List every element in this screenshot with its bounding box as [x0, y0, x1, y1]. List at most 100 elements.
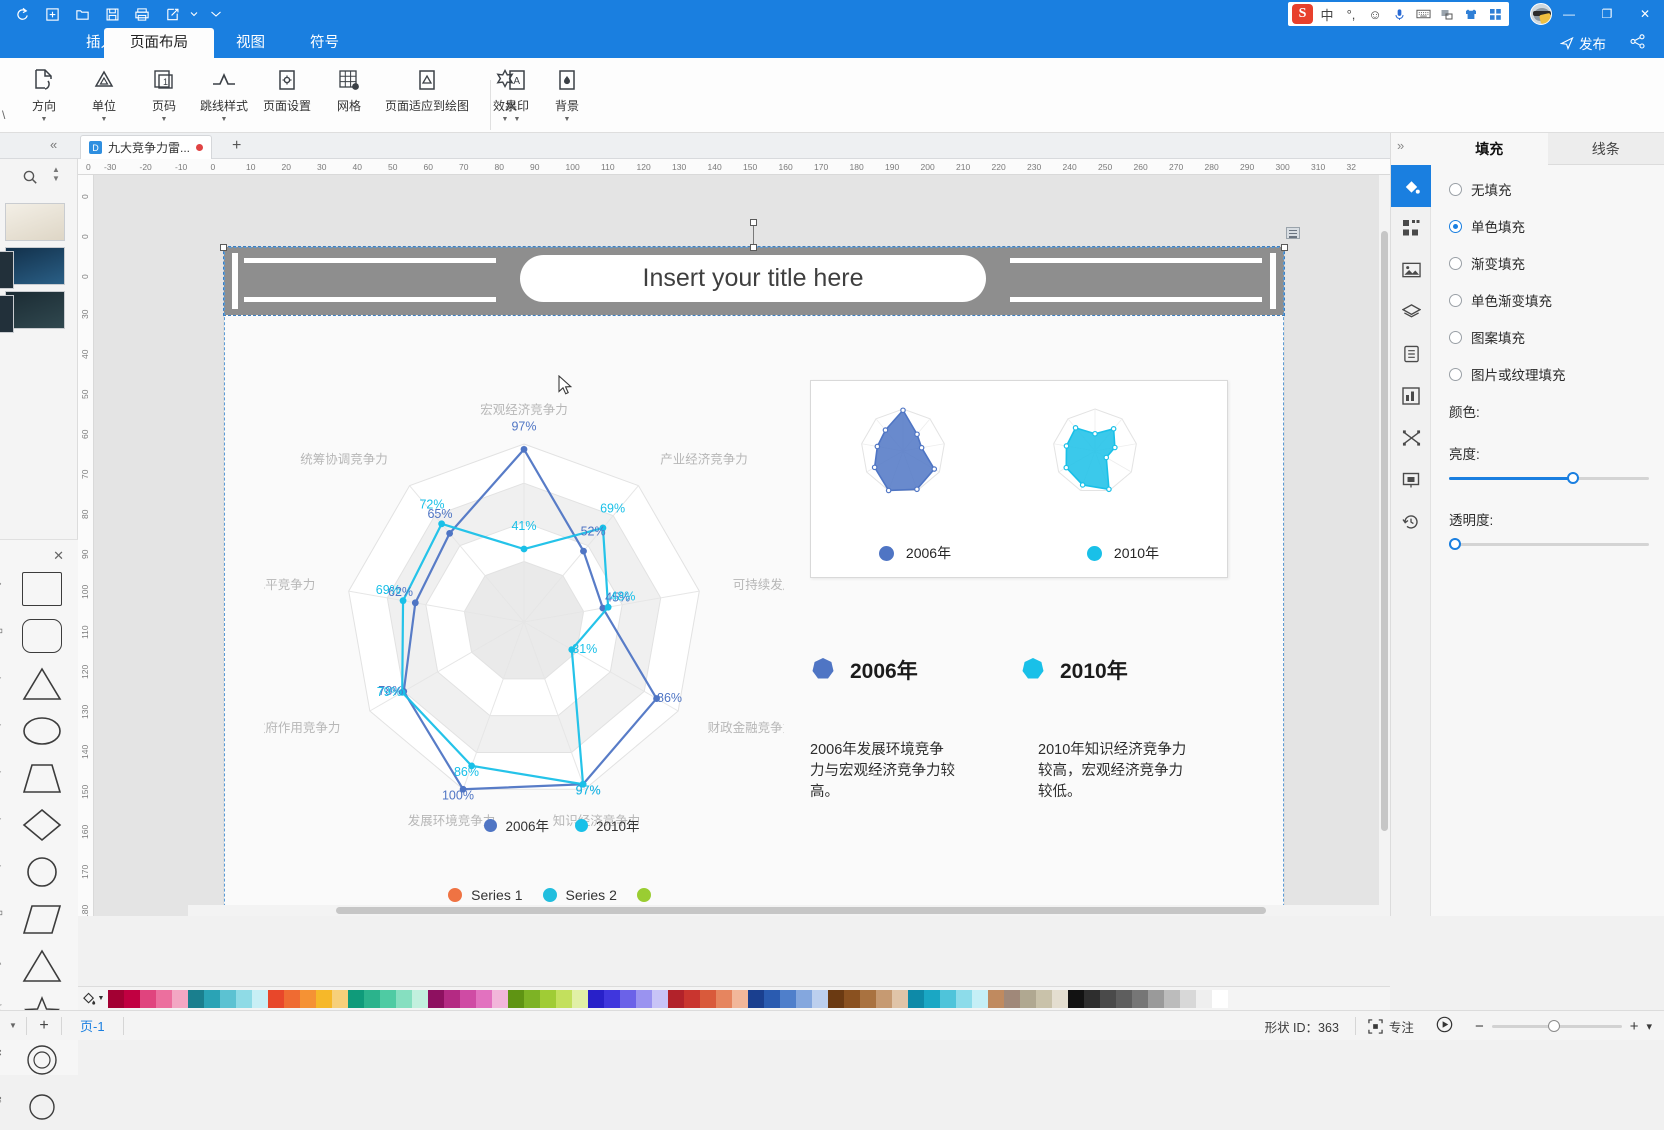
color-swatch[interactable] [828, 990, 844, 1008]
fill-option-pattern[interactable]: 图案填充 [1449, 327, 1664, 347]
ime-keyboard-icon[interactable] [1413, 4, 1433, 24]
color-swatch[interactable] [684, 990, 700, 1008]
ribbon-item-jumpline[interactable]: 跳线样式 ▼ [194, 58, 254, 130]
fill-option-solid[interactable]: 单色填充 [1449, 216, 1664, 236]
color-swatch[interactable] [764, 990, 780, 1008]
template-thumbnail[interactable] [5, 291, 65, 329]
color-swatch[interactable] [1212, 990, 1228, 1008]
print-icon[interactable] [128, 2, 156, 26]
shape-partial-icon[interactable]: △ [0, 952, 1, 966]
shape-ellipse[interactable] [20, 712, 64, 750]
shape-rectangle[interactable] [22, 572, 62, 606]
ribbon-item-page-setup[interactable]: 页面设置 [250, 58, 324, 130]
shapes-icon[interactable] [1391, 207, 1431, 249]
color-swatch[interactable] [620, 990, 636, 1008]
color-swatch[interactable] [876, 990, 892, 1008]
page-menu-icon[interactable]: ▼ [0, 1021, 26, 1030]
ribbon-item-page-number[interactable]: 1 页码 ▼ [134, 58, 194, 130]
chevron-down-icon[interactable]: ▼ [41, 116, 48, 123]
legend-item[interactable]: 2010年 [575, 815, 640, 835]
color-swatch[interactable] [300, 990, 316, 1008]
fill-option-none[interactable]: 无填充 [1449, 179, 1664, 199]
save-icon[interactable] [98, 2, 126, 26]
document-icon[interactable] [1391, 333, 1431, 375]
ime-apps-icon[interactable] [1485, 4, 1505, 24]
color-swatch[interactable] [236, 990, 252, 1008]
focus-mode-button[interactable]: 专注 [1356, 1017, 1426, 1036]
tab-page-layout[interactable]: 页面布局 [104, 28, 214, 58]
color-swatch[interactable] [1004, 990, 1020, 1008]
year-block-2006[interactable]: 2006年 [810, 655, 1020, 685]
vertical-scroll-thumb[interactable] [1381, 231, 1388, 831]
year-description-2010[interactable]: 2010年知识经济竞争力较高，宏观经济竞争力较低。 [1038, 740, 1190, 803]
color-swatch[interactable] [732, 990, 748, 1008]
color-swatch[interactable] [460, 990, 476, 1008]
fill-option-mono-gradient[interactable]: 单色渐变填充 [1449, 290, 1664, 310]
color-swatch[interactable] [492, 990, 508, 1008]
ribbon-item-orientation[interactable]: 方向 ▼ [14, 58, 74, 130]
user-avatar[interactable] [1530, 3, 1552, 25]
sogou-logo-icon[interactable]: S [1292, 4, 1313, 24]
ime-lang-icon[interactable]: 中 [1317, 4, 1337, 24]
shape-trapezoid[interactable] [20, 759, 64, 797]
present-icon[interactable] [1391, 459, 1431, 501]
open-folder-icon[interactable] [68, 2, 96, 26]
ime-emoji-icon[interactable]: ☺ [1365, 4, 1385, 24]
ribbon-item-watermark[interactable]: A 水印 ▼ [492, 58, 542, 130]
customize-toolbar-icon[interactable] [202, 2, 230, 26]
shape-rounded-rectangle[interactable] [22, 619, 62, 653]
shape-partial-icon[interactable]: ✾ [0, 1093, 2, 1107]
template-thumbnail-partial[interactable] [0, 295, 14, 333]
close-icon[interactable]: ✕ [53, 548, 64, 564]
color-swatch[interactable] [988, 990, 1004, 1008]
drawing-canvas[interactable]: Insert your title here 宏观经济竞争力产业经济竞争力可持续… [94, 175, 1390, 916]
search-icon[interactable] [22, 169, 38, 189]
tab-symbol[interactable]: 符号 [284, 28, 365, 58]
selection-handle-topright[interactable] [1281, 244, 1288, 251]
shape-triangle-2[interactable] [20, 947, 64, 985]
color-swatch[interactable] [796, 990, 812, 1008]
template-thumbnail[interactable] [5, 247, 65, 285]
shape-circle[interactable] [20, 853, 64, 891]
ribbon-overflow-left[interactable]: \ [2, 108, 5, 122]
vertical-ruler[interactable]: 0003040506070809010011012013014015016017… [78, 175, 94, 916]
color-swatch[interactable] [252, 990, 268, 1008]
series-legend-item[interactable]: Series 1 [448, 887, 522, 903]
color-swatch[interactable] [524, 990, 540, 1008]
vertical-scrollbar[interactable] [1379, 175, 1390, 916]
transparency-slider[interactable] [1449, 537, 1649, 551]
color-swatch[interactable] [476, 990, 492, 1008]
chevron-down-icon[interactable]: ▼ [564, 116, 571, 123]
selection-handle-top[interactable] [750, 244, 757, 251]
scroll-up-icon[interactable]: ▲ [52, 165, 60, 174]
new-document-tab-button[interactable]: + [232, 137, 241, 155]
color-swatch[interactable] [844, 990, 860, 1008]
close-button[interactable]: ✕ [1626, 0, 1664, 28]
color-swatch[interactable] [284, 990, 300, 1008]
shape-cog[interactable] [20, 1088, 64, 1126]
chevron-down-icon[interactable]: ▼ [101, 116, 108, 123]
fill-option-gradient[interactable]: 渐变填充 [1449, 253, 1664, 273]
redo-icon[interactable] [8, 2, 36, 26]
collapse-left-icon[interactable]: « [50, 137, 57, 152]
color-swatch[interactable] [572, 990, 588, 1008]
color-swatch[interactable] [364, 990, 380, 1008]
radio-icon[interactable] [1449, 331, 1462, 344]
color-swatch[interactable] [924, 990, 940, 1008]
color-swatch-list[interactable] [108, 990, 1228, 1008]
color-swatch[interactable] [700, 990, 716, 1008]
color-swatch[interactable] [1132, 990, 1148, 1008]
color-swatch[interactable] [860, 990, 876, 1008]
color-swatch[interactable] [508, 990, 524, 1008]
color-swatch[interactable] [1052, 990, 1068, 1008]
color-swatch[interactable] [1100, 990, 1116, 1008]
minimize-button[interactable]: — [1550, 0, 1588, 28]
year-block-2010[interactable]: 2010年 [1020, 655, 1230, 685]
chart-icon[interactable] [1391, 375, 1431, 417]
shape-partial-icon[interactable]: ▷ [0, 670, 1, 684]
shape-triangle[interactable] [20, 665, 64, 703]
chevron-down-icon[interactable]: ▼ [161, 116, 168, 123]
shape-partial-icon[interactable]: ▷ [0, 764, 1, 778]
color-swatch[interactable] [540, 990, 556, 1008]
color-swatch[interactable] [348, 990, 364, 1008]
